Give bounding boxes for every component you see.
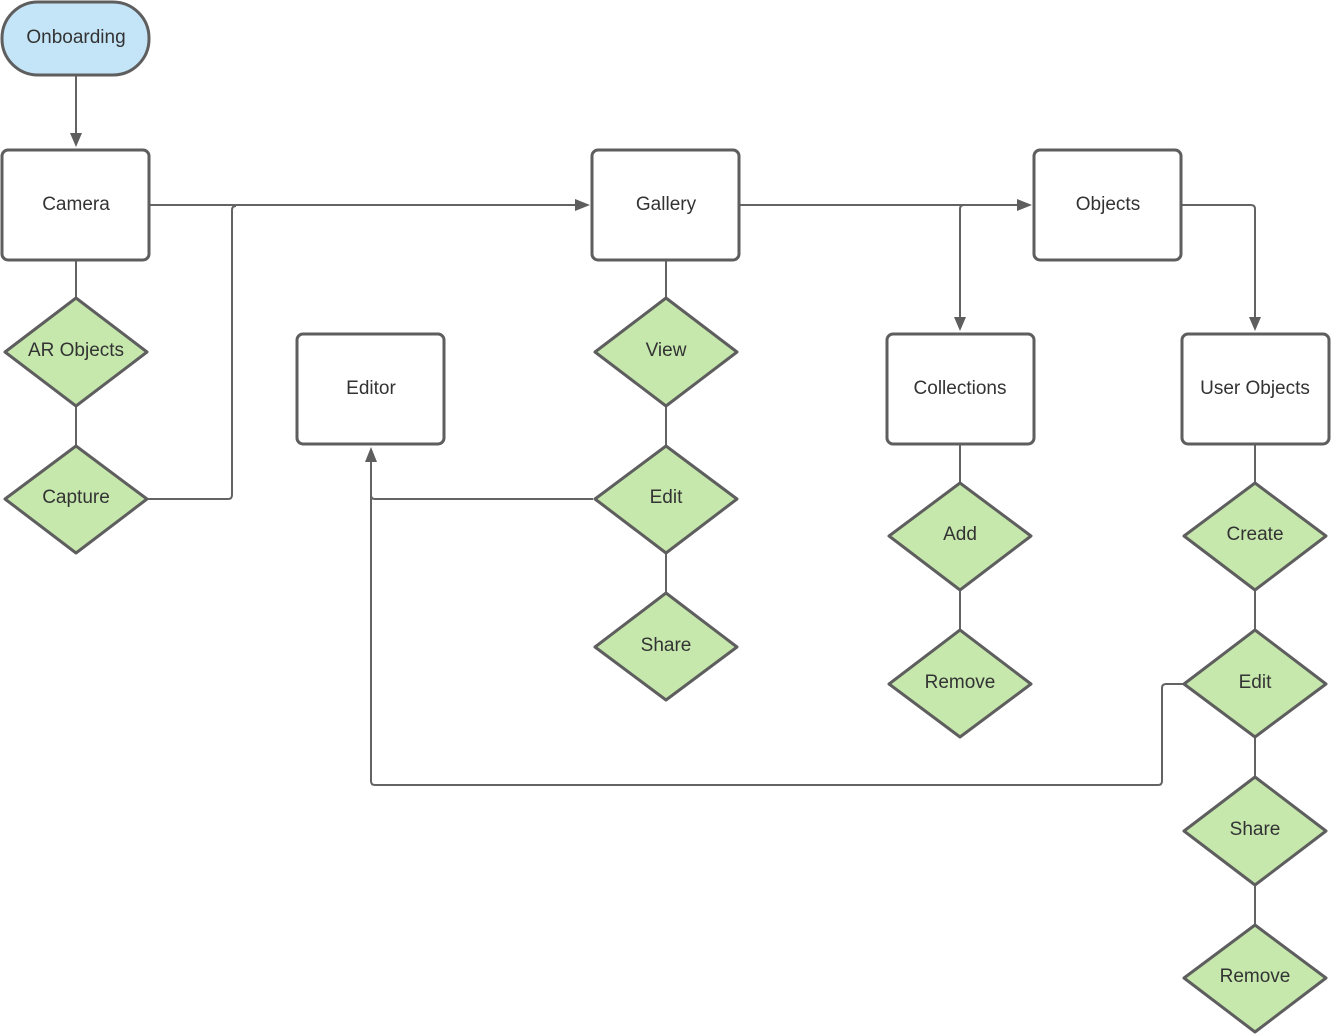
node-label: Onboarding <box>26 27 125 48</box>
arrowhead-icon <box>70 133 82 147</box>
node-user-objects-create[interactable]: Create <box>1182 481 1328 592</box>
node-label: Remove <box>925 672 996 693</box>
node-user-objects-share[interactable]: Share <box>1182 775 1328 887</box>
node-label: AR Objects <box>28 340 124 361</box>
node-user-objects-edit[interactable]: Edit <box>1182 628 1328 739</box>
arrowhead-icon <box>365 447 377 462</box>
node-label: Gallery <box>636 194 697 215</box>
node-user-objects-remove[interactable]: Remove <box>1182 923 1328 1034</box>
node-camera[interactable]: Camera <box>0 148 151 262</box>
node-collections-add[interactable]: Add <box>887 481 1033 592</box>
node-user-objects[interactable]: User Objects <box>1180 332 1331 446</box>
node-capture[interactable]: Capture <box>3 444 149 555</box>
node-label: Edit <box>1239 672 1272 693</box>
node-editor[interactable]: Editor <box>295 332 446 446</box>
edge-gallery-collections <box>959 204 965 320</box>
node-gallery-edit[interactable]: Edit <box>593 444 739 555</box>
node-collections-remove[interactable]: Remove <box>887 628 1033 739</box>
node-gallery-share[interactable]: Share <box>593 591 739 702</box>
arrowhead-icon <box>575 199 590 211</box>
node-label: Capture <box>42 487 110 508</box>
arrowhead-icon <box>1249 317 1261 331</box>
node-label: Edit <box>650 487 683 508</box>
node-objects[interactable]: Objects <box>1032 148 1183 262</box>
nodes[interactable]: Onboarding Camera AR Objects Capture Edi… <box>0 0 1331 1034</box>
node-label: Share <box>641 635 692 656</box>
node-gallery[interactable]: Gallery <box>590 148 741 262</box>
arrowhead-icon <box>1017 199 1032 211</box>
node-label: Add <box>943 524 977 545</box>
node-label: Share <box>1230 819 1281 840</box>
flowchart-canvas: Onboarding Camera AR Objects Capture Edi… <box>0 0 1331 1034</box>
node-gallery-view[interactable]: View <box>593 296 739 408</box>
node-label: Camera <box>42 194 110 215</box>
edge-capture-gallery <box>148 205 237 500</box>
node-collections[interactable]: Collections <box>885 332 1036 446</box>
node-label: Create <box>1226 524 1283 545</box>
node-ar-objects[interactable]: AR Objects <box>3 296 149 408</box>
node-onboarding[interactable]: Onboarding <box>0 0 151 77</box>
node-label: User Objects <box>1200 378 1310 399</box>
node-label: View <box>646 340 687 361</box>
node-label: Collections <box>914 378 1007 399</box>
edge-objects-userobjects <box>1182 204 1256 320</box>
edge-galleryedit-editor <box>370 460 593 500</box>
node-label: Objects <box>1076 194 1140 215</box>
edge-userobjectsedit-editor <box>370 495 1183 786</box>
node-label: Remove <box>1220 966 1291 987</box>
arrowhead-icon <box>954 317 966 331</box>
node-label: Editor <box>346 378 396 399</box>
